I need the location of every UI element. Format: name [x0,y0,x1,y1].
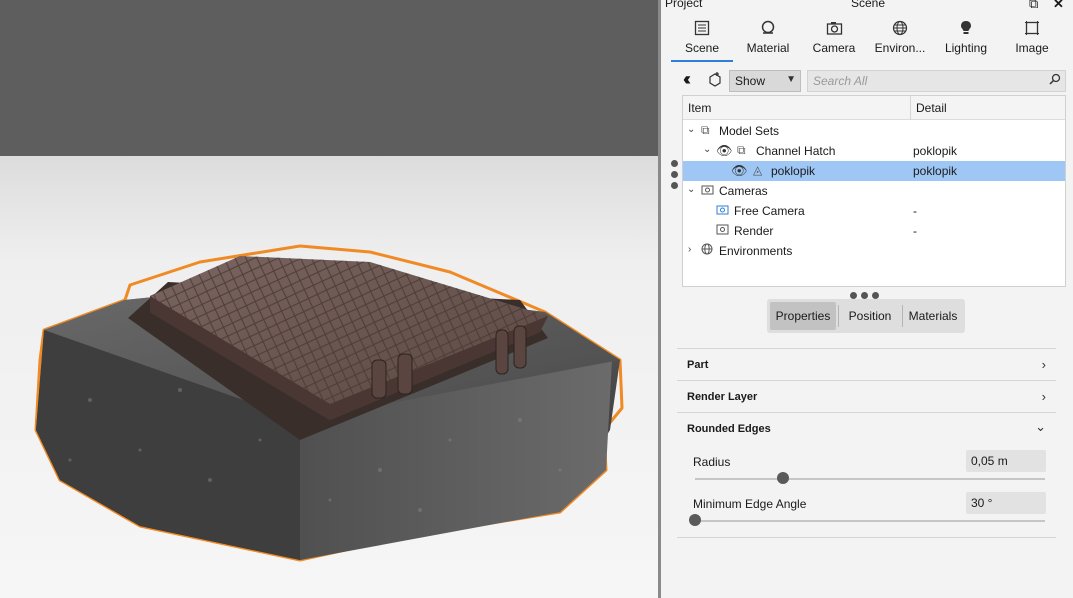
material-icon [735,18,801,40]
tree-row-detail: poklopik [913,144,958,158]
eye-icon[interactable]: 👁 [716,143,733,159]
tab-properties[interactable]: Properties [770,302,836,330]
radius-slider-track[interactable] [695,478,1045,480]
chevron-down-icon[interactable]: ⌄ [1035,419,1046,435]
search-icon[interactable] [1049,73,1061,88]
tab-image[interactable]: Image [999,18,1065,62]
tree-row-label: poklopik [771,164,816,178]
tree-row-detail: - [913,204,917,218]
scene-panel: Project Scene ⧉ ✕ Scene Material Camera [661,0,1073,598]
section-render-layer[interactable]: Render Layer › [677,380,1056,412]
tab-material[interactable]: Material [735,18,801,62]
column-detail[interactable]: Detail [916,101,947,115]
tree-row-channel-hatch[interactable]: ⌄ 👁 ⧉ Channel Hatch poklopik [683,141,1065,161]
close-icon[interactable]: ✕ [1053,0,1064,12]
tab-label: Environ... [874,41,926,55]
min-edge-angle-slider-track[interactable] [695,520,1045,522]
tab-label: Lighting [944,41,988,55]
tab-label: Material [746,41,790,55]
tab-environment[interactable]: Environ... [867,18,933,62]
tree-row-detail: - [913,224,917,238]
frame-icon [999,18,1065,40]
chevron-right-icon[interactable]: › [1042,389,1046,404]
tree-row-render[interactable]: Render - [683,221,1065,241]
tree-header: Item Detail [683,96,1065,120]
scene-list-icon [669,18,735,40]
camera-icon [801,18,867,40]
model-set-icon: ⧉ [737,143,746,157]
min-edge-angle-label: Minimum Edge Angle [693,497,807,511]
project-label: Project [665,0,703,10]
globe-icon [701,243,713,258]
section-rounded-edges: Rounded Edges ⌄ Radius 0,05 m Minimum Ed… [677,412,1056,538]
tab-materials[interactable]: Materials [903,302,963,330]
tree-row-label: Channel Hatch [756,144,836,158]
tree-resize-grip[interactable] [850,288,884,299]
restore-icon[interactable]: ⧉ [1029,0,1038,12]
dropdown-value: Show [735,74,766,88]
tab-label: Camera [812,41,856,55]
search-placeholder: Search All [813,74,868,88]
collapse-all-icon[interactable]: ‹‹ [683,69,691,90]
chevron-right-icon[interactable]: › [688,244,691,255]
tab-label: Image [1015,41,1049,55]
camera-icon [716,223,729,238]
chevron-down-icon[interactable]: ⌄ [687,184,695,195]
chevron-down-icon: ▼ [786,74,796,85]
part-icon: ◬ [753,163,763,177]
model-set-icon: ⧉ [701,123,710,137]
tree-row-label: Free Camera [734,204,805,218]
tab-scene[interactable]: Scene [669,18,735,62]
chevron-down-icon[interactable]: ⌄ [703,144,711,155]
radius-field[interactable]: 0,05 m [966,450,1046,472]
chevron-right-icon[interactable]: › [1042,357,1046,372]
show-dropdown[interactable]: Show ▼ [729,70,801,92]
panel-titlebar: Project Scene ⧉ ✕ [661,0,1073,12]
eye-icon[interactable]: 👁 [731,163,748,179]
tab-camera[interactable]: Camera [801,18,867,62]
model-render [34,244,624,562]
add-model-icon[interactable] [707,71,723,90]
chevron-down-icon[interactable]: ⌄ [687,124,695,135]
min-edge-angle-slider-thumb[interactable] [689,514,701,526]
min-edge-angle-field[interactable]: 30 ° [966,492,1046,514]
radius-label: Radius [693,455,731,469]
tree-row-cameras[interactable]: ⌄ Cameras [683,181,1065,201]
3d-viewport[interactable] [0,0,658,598]
camera-icon [716,203,729,218]
tab-lighting[interactable]: Lighting [933,18,999,62]
scene-title: Scene [851,0,886,10]
tree-row-label: Render [734,224,774,238]
section-title: Part [687,359,709,371]
tree-row-label: Cameras [719,184,768,198]
scene-tree: Item Detail ⌄ ⧉ Model Sets ⌄ 👁 ⧉ Channel… [682,95,1066,287]
filter-bar: ‹‹ Show ▼ Search All [681,69,1066,93]
column-item[interactable]: Item [688,101,711,115]
section-part[interactable]: Part › [677,348,1056,380]
tab-label: Scene [684,41,720,55]
panel-resize-grip[interactable] [671,160,679,194]
globe-icon [867,18,933,40]
bulb-icon [933,18,999,40]
tree-row-free-camera[interactable]: Free Camera - [683,201,1065,221]
tree-row-environments[interactable]: › Environments [683,241,1065,261]
tree-row-label: Model Sets [719,124,780,138]
search-input[interactable]: Search All [807,70,1066,92]
camera-icon [701,183,714,198]
properties-tabs: Properties Position Materials [767,299,965,333]
main-toolbar: Scene Material Camera Environ... Lightin… [669,18,1069,62]
section-title[interactable]: Rounded Edges [687,423,771,435]
section-title: Render Layer [687,391,758,403]
radius-slider-thumb[interactable] [776,472,789,484]
tree-row-label: Environments [719,244,793,258]
tree-row-poklopik[interactable]: 👁 ◬ poklopik poklopik [683,161,1065,181]
tab-position[interactable]: Position [839,302,901,330]
tree-row-detail: poklopik [913,164,958,178]
tree-row-model-sets[interactable]: ⌄ ⧉ Model Sets [683,121,1065,141]
